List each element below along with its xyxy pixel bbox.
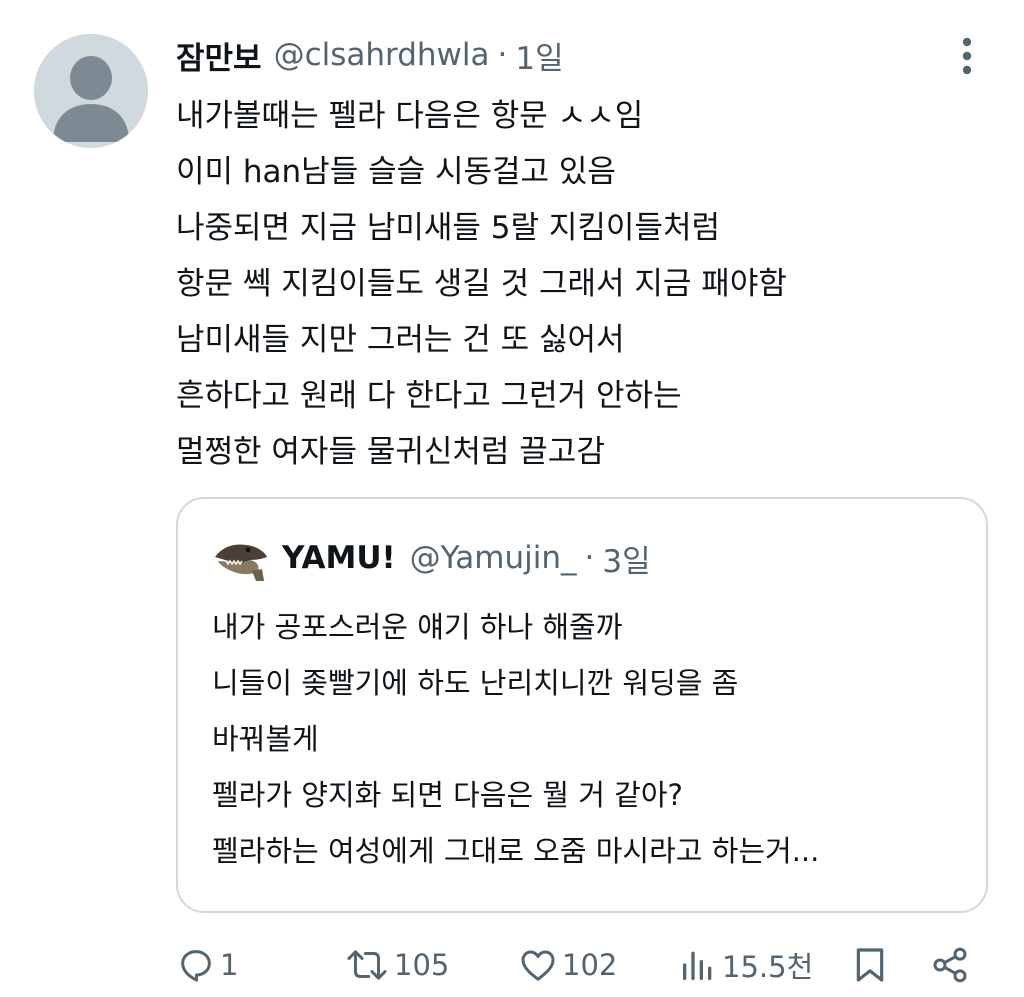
like-button[interactable]: 102 bbox=[518, 940, 617, 990]
author-avatar[interactable] bbox=[34, 34, 148, 148]
tweet-timestamp[interactable]: 1일 bbox=[515, 33, 563, 78]
author-name[interactable]: 잠만보 bbox=[176, 33, 262, 78]
tweet-text: 내가볼때는 펠라 다음은 항문 ㅅㅅ임 이미 han남들 슬슬 시동걸고 있음 … bbox=[176, 88, 976, 480]
quoted-tweet-timestamp[interactable]: 3일 bbox=[602, 536, 650, 581]
retweet-button[interactable]: 105 bbox=[344, 940, 449, 990]
more-options-button[interactable] bbox=[950, 36, 984, 76]
tweet-text-line: 흔하다고 원래 다 한다고 그런거 안하는 bbox=[176, 378, 682, 414]
quoted-tweet-card[interactable]: YAMU! @Yamujin_ · 3일 내가 공포스러운 얘기 하나 해줄까 … bbox=[176, 497, 988, 913]
separator-dot: · bbox=[584, 540, 595, 576]
retweet-icon bbox=[347, 950, 387, 980]
quoted-text-line: 내가 공포스러운 얘기 하나 해줄까 bbox=[212, 610, 623, 644]
reply-icon bbox=[181, 950, 211, 982]
tweet-text-line: 내가볼때는 펠라 다음은 항문 ㅅㅅ임 bbox=[176, 98, 644, 134]
quoted-tweet-text: 내가 공포스러운 얘기 하나 해줄까 니들이 좆빨기에 하도 난리치니깐 워딩을… bbox=[212, 599, 972, 879]
like-count: 102 bbox=[562, 948, 618, 982]
share-button[interactable] bbox=[930, 940, 970, 990]
views-count: 15.5천 bbox=[722, 950, 814, 984]
quoted-text-line: 바꿔볼게 bbox=[212, 722, 319, 756]
tweet-text-line: 이미 han남들 슬슬 시동걸고 있음 bbox=[176, 154, 616, 190]
quoted-author-handle[interactable]: @Yamujin_ bbox=[410, 540, 577, 576]
heart-icon bbox=[521, 950, 555, 981]
dinosaur-avatar-icon bbox=[215, 544, 267, 581]
views-icon bbox=[683, 951, 712, 980]
tweet-action-bar: 1 105 102 15.5천 bbox=[176, 940, 976, 990]
tweet-text-line: 항문 쎅 지킴이들도 생길 것 그래서 지금 패야함 bbox=[176, 266, 787, 302]
quoted-tweet-header: YAMU! @Yamujin_ · 3일 bbox=[282, 533, 651, 583]
tweet-text-line: 멀쩡한 여자들 물귀신처럼 끌고감 bbox=[176, 434, 605, 470]
reply-count: 1 bbox=[220, 948, 239, 982]
bookmark-icon bbox=[856, 948, 884, 982]
reply-button[interactable]: 1 bbox=[176, 940, 238, 990]
views-button[interactable]: 15.5천 bbox=[678, 940, 813, 990]
bookmark-button[interactable] bbox=[852, 940, 888, 990]
separator-dot: · bbox=[497, 37, 508, 73]
vertical-ellipsis-icon bbox=[962, 37, 972, 75]
tweet-header: 잠만보 @clsahrdhwla · 1일 bbox=[176, 30, 564, 80]
quoted-text-line: 니들이 좆빨기에 하도 난리치니깐 워딩을 좀 bbox=[212, 666, 739, 700]
tweet-text-line: 남미새들 지만 그러는 건 또 싫어서 bbox=[176, 322, 625, 358]
quoted-text-line: 펠라가 양지화 되면 다음은 뭘 거 같아? bbox=[212, 778, 683, 812]
quoted-author-name[interactable]: YAMU! bbox=[282, 540, 396, 576]
retweet-count: 105 bbox=[394, 948, 450, 982]
share-icon bbox=[933, 947, 967, 983]
author-handle[interactable]: @clsahrdhwla bbox=[274, 37, 490, 73]
default-avatar-icon bbox=[34, 34, 148, 148]
quoted-text-line: 펠라하는 여성에게 그대로 오줌 마시라고 하는거... bbox=[212, 834, 820, 868]
tweet-text-line: 나중되면 지금 남미새들 5랄 지킴이들처럼 bbox=[176, 210, 720, 246]
quoted-author-avatar[interactable] bbox=[212, 533, 270, 583]
